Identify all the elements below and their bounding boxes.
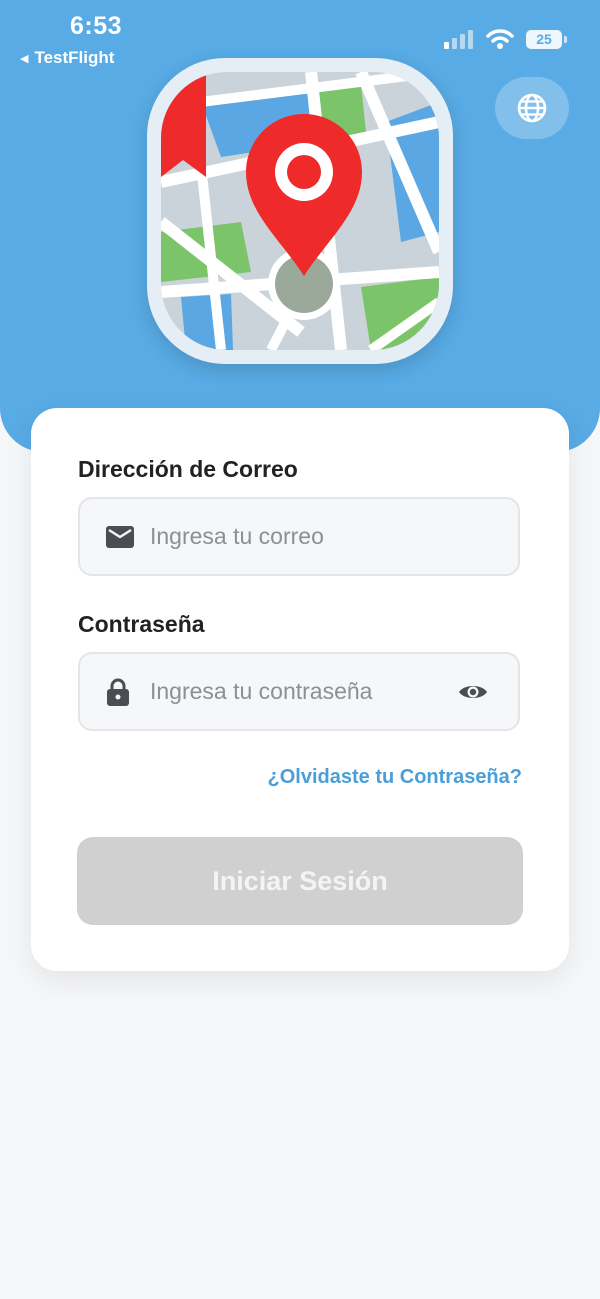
status-time: 6:53 (70, 12, 123, 40)
login-card: Dirección de Correo Contraseña (31, 408, 569, 971)
back-to-app-link[interactable]: ◀ TestFlight (20, 48, 114, 68)
eye-icon[interactable] (458, 682, 488, 702)
back-arrow-icon: ◀ (20, 52, 29, 65)
email-label: Dirección de Correo (78, 456, 298, 482)
mail-icon (106, 525, 134, 548)
battery-indicator: 25 (526, 29, 567, 49)
wifi-icon (486, 29, 514, 49)
password-input[interactable] (150, 654, 450, 729)
app-logo (147, 58, 453, 364)
password-label: Contraseña (78, 611, 205, 637)
login-button[interactable]: Iniciar Sesión (77, 837, 523, 925)
signal-icon (444, 30, 473, 49)
status-indicators: 25 (444, 28, 567, 50)
email-input[interactable] (150, 499, 450, 574)
email-field[interactable] (78, 497, 520, 576)
globe-icon (517, 93, 547, 123)
map-pin-icon (161, 72, 439, 350)
language-button[interactable] (495, 77, 569, 139)
password-field[interactable] (78, 652, 520, 731)
forgot-password-link[interactable]: ¿Olvidaste tu Contraseña? (268, 766, 523, 789)
back-app-label: TestFlight (34, 48, 115, 67)
lock-icon (106, 678, 130, 706)
